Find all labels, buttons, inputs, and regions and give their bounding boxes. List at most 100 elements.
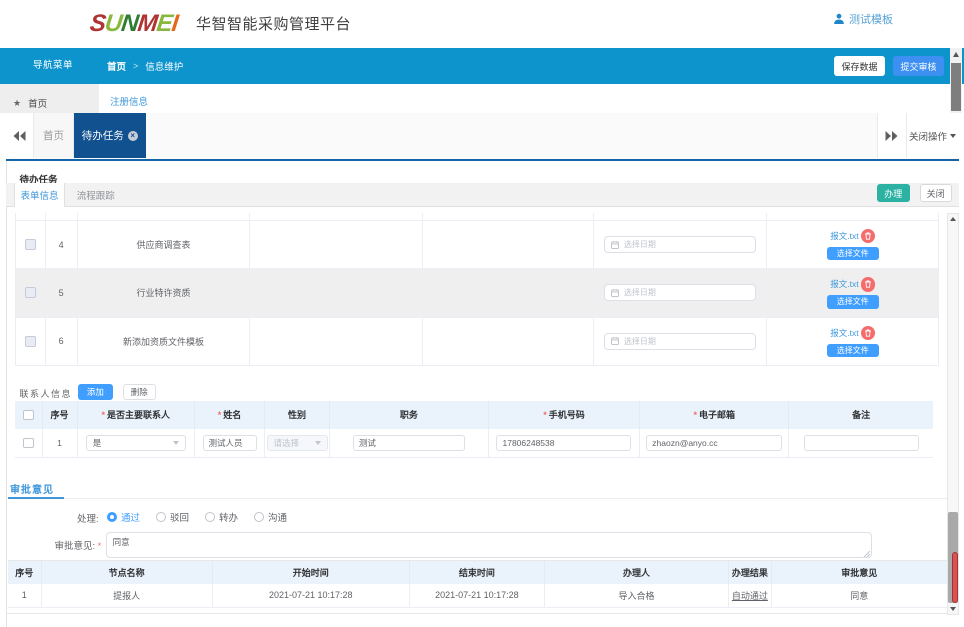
tab-flow-trace[interactable]: 流程跟踪 (65, 183, 127, 207)
radio-transfer[interactable]: 转办 (205, 510, 238, 524)
history-result-link: 自动通过 (732, 589, 768, 602)
file-link[interactable]: 报文.txt (830, 278, 858, 290)
file-link[interactable]: 报文.txt (830, 230, 858, 242)
attachment-row: 5 行业特许资质 选择日期 报文.txt 选择文件 (16, 269, 938, 317)
handle-button[interactable]: 办理 (877, 184, 910, 203)
select-all-checkbox[interactable] (23, 410, 34, 421)
tab-close-icon[interactable]: × (128, 131, 138, 141)
choose-file-button[interactable]: 选择文件 (827, 344, 879, 358)
header-checkbox-cell (15, 401, 43, 429)
remark-input[interactable] (804, 435, 919, 452)
add-contact-button[interactable]: 添加 (78, 384, 113, 400)
primary-select[interactable]: 是 (86, 435, 186, 452)
radio-communicate[interactable]: 沟通 (254, 510, 287, 524)
register-info-tab[interactable]: 注册信息 (110, 94, 148, 108)
opinion-textarea[interactable]: 同意 (106, 532, 872, 558)
content-scrollbar-inner-thumb[interactable] (952, 552, 959, 603)
close-button[interactable]: 关闭 (920, 184, 952, 203)
submit-review-button[interactable]: 提交审核 (893, 56, 944, 76)
close-operations-label: 关闭操作 (909, 129, 947, 143)
app-header: SUNMEI 华智智能采购管理平台 测试模板 (0, 0, 964, 48)
textarea-resize-handle[interactable] (863, 550, 870, 557)
user-menu[interactable]: 测试模板 (833, 11, 893, 27)
row-checkbox[interactable] (25, 287, 36, 298)
gender-select[interactable]: 请选择 (267, 435, 328, 452)
header-name-label: 姓名 (223, 408, 241, 421)
page: SUNMEI 华智智能采购管理平台 测试模板 导航菜单 首页 > 信息维护 保存… (0, 0, 964, 627)
attachment-name: 供应商调查表 (78, 221, 251, 268)
history-table: 序号 节点名称 开始时间 结束时间 办理人 办理结果 审批意见 1 提报人 20… (8, 560, 947, 609)
duty-input[interactable]: 测试 (353, 435, 465, 452)
history-opinion: 同意 (772, 584, 947, 608)
close-operations-dropdown[interactable]: 关闭操作 (907, 113, 959, 158)
tabs-scroll-right-button[interactable] (877, 113, 907, 158)
contact-row: 1 是 测试人员 请选择 测试 17806248538 zhaozn@anyo.… (15, 429, 933, 459)
page-scrollbar-thumb[interactable] (951, 63, 961, 111)
contact-table-header: 序号 *是否主要联系人 *姓名 性别 职务 *手机号码 *电子邮箱 备注 (15, 401, 933, 429)
history-header-handler: 办理人 (545, 561, 729, 584)
page-scrollbar-up-arrow[interactable] (953, 52, 959, 57)
contact-name-input[interactable]: 测试人员 (203, 435, 257, 452)
file-link[interactable]: 报文.txt (830, 327, 858, 339)
history-table-header: 序号 节点名称 开始时间 结束时间 办理人 办理结果 审批意见 (8, 561, 947, 584)
window-tab-todo-active[interactable]: 待办任务 × (74, 113, 146, 158)
sidebar-item-home[interactable]: ★ 首页 (13, 96, 47, 110)
email-input[interactable]: zhaozn@anyo.cc (646, 435, 782, 452)
tabs-scroll-left-button[interactable] (6, 113, 34, 158)
date-picker-input[interactable]: 选择日期 (604, 284, 756, 301)
content-bottom-border (6, 613, 947, 614)
row-checkbox-cell (16, 318, 45, 365)
tab-form-info[interactable]: 表单信息 (14, 183, 65, 207)
row-checkbox-cell (16, 221, 45, 268)
contact-checkbox[interactable] (23, 438, 34, 449)
user-icon (833, 13, 845, 25)
attachment-name: 行业特许资质 (78, 269, 251, 316)
delete-file-button[interactable] (861, 277, 876, 292)
chevron-down-icon (173, 441, 179, 445)
trash-icon (864, 280, 872, 288)
user-name: 测试模板 (849, 11, 893, 27)
header-email-label: 电子邮箱 (699, 408, 735, 421)
header-duty: 职务 (330, 401, 489, 429)
row-checkbox[interactable] (25, 336, 36, 347)
star-icon: ★ (13, 98, 21, 109)
header-primary: *是否主要联系人 (78, 401, 196, 429)
approval-section-tab[interactable]: 审批意见 (10, 481, 54, 496)
radio-approve[interactable]: 通过 (107, 510, 140, 524)
calendar-icon (611, 241, 619, 249)
approval-separator (64, 498, 947, 499)
save-data-button[interactable]: 保存数据 (834, 56, 885, 76)
choose-file-button[interactable]: 选择文件 (827, 295, 879, 309)
radio-reject[interactable]: 驳回 (156, 510, 189, 524)
date-cell: 选择日期 (594, 269, 768, 316)
date-picker-input[interactable]: 选择日期 (604, 236, 756, 253)
row-checkbox[interactable] (25, 239, 36, 250)
required-mark: * (694, 410, 698, 420)
window-tab-home[interactable]: 首页 (34, 113, 74, 158)
primary-select-value: 是 (93, 437, 102, 449)
delete-file-button[interactable] (861, 326, 876, 341)
phone-input[interactable]: 17806248538 (496, 435, 631, 452)
content-scrollbar-up-arrow[interactable] (950, 217, 956, 221)
breadcrumb-separator: > (133, 61, 138, 71)
choose-file-button[interactable]: 选择文件 (827, 247, 879, 261)
radio-icon (254, 512, 264, 522)
radio-icon (156, 512, 166, 522)
history-handler: 导入合格 (545, 584, 729, 608)
double-chevron-right-icon (885, 131, 898, 141)
header-phone: *手机号码 (489, 401, 641, 429)
delete-file-button[interactable] (861, 229, 876, 244)
attachment-row: 6 新添加资质文件模板 选择日期 报文.txt 选择文件 (16, 318, 938, 366)
breadcrumb-home[interactable]: 首页 (107, 59, 126, 73)
date-cell: 选择日期 (594, 318, 768, 365)
app-title: 华智智能采购管理平台 (196, 13, 351, 34)
breadcrumb-current: 信息维护 (145, 59, 183, 73)
remove-contact-button[interactable]: 删除 (123, 384, 156, 400)
history-row: 1 提报人 2021-07-21 10:17:28 2021-07-21 10:… (8, 584, 947, 609)
radio-icon (107, 512, 117, 522)
nav-menu-label[interactable]: 导航菜单 (33, 48, 73, 84)
process-radio-group: 通过 驳回 转办 沟通 (107, 507, 303, 526)
date-picker-input[interactable]: 选择日期 (604, 333, 756, 350)
history-header-opinion: 审批意见 (772, 561, 947, 584)
content-scrollbar-down-arrow[interactable] (950, 607, 956, 611)
